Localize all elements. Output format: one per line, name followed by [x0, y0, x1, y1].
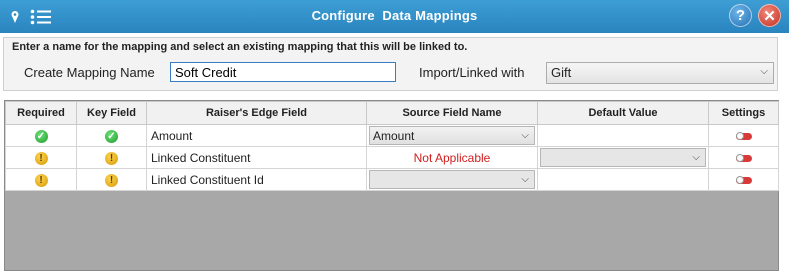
source-field-select[interactable]: Amount ⌵ [369, 126, 535, 145]
chevron-down-icon: ⌵ [692, 152, 700, 163]
column-header-raisers-edge-field[interactable]: Raiser's Edge Field [146, 101, 367, 125]
raisers-edge-field-cell: Amount [146, 124, 367, 147]
default-value-cell: ⌵ [537, 146, 709, 169]
source-field-cell: Not Applicable [366, 146, 538, 169]
toggle-icon[interactable] [735, 131, 752, 140]
column-header-required[interactable]: Required [5, 101, 77, 125]
raisers-edge-field-cell: Linked Constituent Id [146, 168, 367, 191]
check-icon: ✓ [105, 129, 118, 143]
import-linked-value: Gift [551, 65, 572, 80]
mappings-table: Required Key Field Raiser's Edge Field S… [5, 101, 779, 191]
check-icon: ✓ [34, 129, 48, 143]
table-row[interactable]: ! ! Linked Constituent Not Applicable ⌵ [5, 146, 779, 169]
key-field-cell: ! [76, 168, 147, 191]
column-header-settings[interactable]: Settings [708, 101, 779, 125]
toggle-icon[interactable] [735, 153, 752, 162]
chevron-down-icon: ⌵ [760, 66, 768, 77]
warning-icon: ! [105, 151, 118, 165]
warning-icon: ! [34, 173, 48, 187]
source-field-value: Amount [373, 129, 415, 143]
default-value-select[interactable]: ⌵ [540, 148, 706, 167]
column-header-source-field-name[interactable]: Source Field Name [366, 101, 538, 125]
settings-cell [708, 168, 779, 191]
title-bar-buttons: ? ✕ [729, 4, 781, 27]
required-cell: ! [5, 146, 77, 169]
help-icon[interactable]: ? [729, 4, 752, 27]
instructions-text: Enter a name for the mapping and select … [12, 41, 468, 53]
key-field-cell: ! [76, 146, 147, 169]
chevron-down-icon: ⌵ [521, 174, 529, 185]
close-label: ✕ [763, 7, 776, 25]
required-cell: ! [5, 168, 77, 191]
source-field-cell: Amount ⌵ [366, 124, 538, 147]
key-field-cell: ✓ [76, 124, 147, 147]
source-field-cell: ⌵ [366, 168, 538, 191]
mapping-name-input[interactable] [170, 62, 396, 82]
import-linked-select[interactable]: Gift ⌵ [546, 62, 774, 84]
close-icon[interactable]: ✕ [758, 4, 781, 27]
toggle-icon[interactable] [735, 175, 752, 184]
warning-icon: ! [34, 151, 48, 165]
title-bar: Configure Data Mappings ? ✕ [0, 0, 789, 33]
required-cell: ✓ [5, 124, 77, 147]
table-row[interactable]: ! ! Linked Constituent Id ⌵ [5, 168, 779, 191]
default-value-cell[interactable] [537, 124, 709, 147]
warning-icon: ! [105, 173, 118, 187]
source-field-select[interactable]: ⌵ [369, 170, 535, 189]
column-header-default-value[interactable]: Default Value [537, 101, 709, 125]
window-title: Configure Data Mappings [311, 8, 478, 23]
settings-cell [708, 146, 779, 169]
chevron-down-icon: ⌵ [521, 130, 529, 141]
settings-cell [708, 124, 779, 147]
table-header-row: Required Key Field Raiser's Edge Field S… [5, 101, 779, 125]
mapping-name-label: Create Mapping Name [24, 65, 155, 80]
default-value-cell[interactable] [537, 168, 709, 191]
table-row[interactable]: ✓ ✓ Amount Amount ⌵ [5, 124, 779, 147]
mappings-grid: Required Key Field Raiser's Edge Field S… [4, 100, 779, 271]
import-linked-label: Import/Linked with [419, 65, 525, 80]
raisers-edge-field-cell: Linked Constituent [146, 146, 367, 169]
column-header-key-field[interactable]: Key Field [76, 101, 147, 125]
help-label: ? [735, 7, 746, 24]
mapping-name-panel: Enter a name for the mapping and select … [3, 37, 778, 91]
